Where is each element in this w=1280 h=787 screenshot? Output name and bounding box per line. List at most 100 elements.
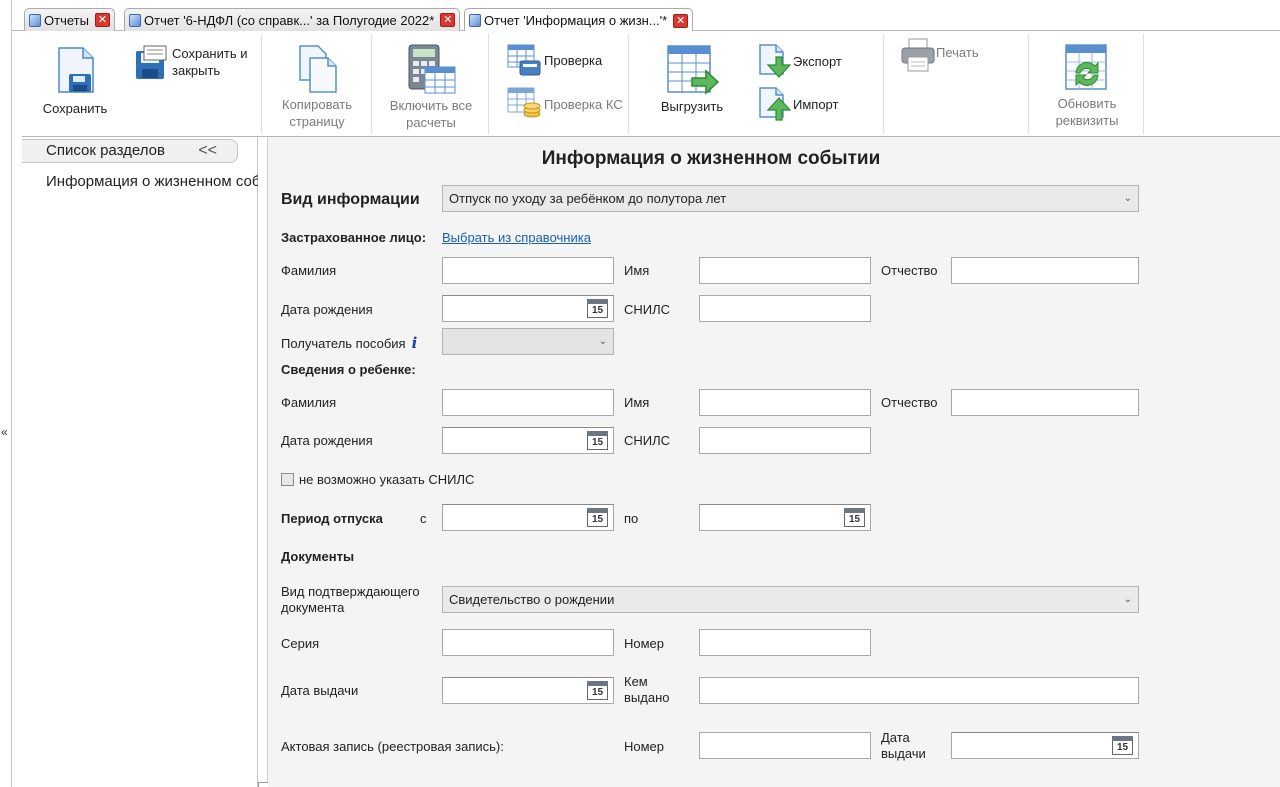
info-icon[interactable]: i <box>412 334 418 352</box>
child-snils-label: СНИЛС <box>624 433 671 448</box>
act-date-input[interactable]: 15 <box>951 732 1139 759</box>
issue-date-label: Дата выдачи <box>281 683 359 698</box>
check-icon <box>507 44 541 76</box>
child-surname-label: Фамилия <box>281 395 337 410</box>
chevron-down-icon: ⌄ <box>1123 594 1132 605</box>
left-gutter: « <box>0 0 12 787</box>
page-title: Информация о жизненном событии <box>541 148 881 169</box>
birth-date-label: Дата рождения <box>281 302 373 317</box>
gutter-collapse-button[interactable]: « <box>1 425 8 439</box>
child-name-input[interactable] <box>699 389 871 416</box>
doc-type-value: Свидетельство о рождении <box>449 592 615 607</box>
insured-patronymic-input[interactable] <box>951 257 1139 284</box>
check-label: Проверка <box>544 52 603 68</box>
benefit-recipient-label: Получатель пособия i <box>281 334 418 352</box>
doc-issue-date-input[interactable]: 15 <box>442 677 614 704</box>
series-label: Серия <box>281 636 320 651</box>
child-birth-date-label: Дата рождения <box>281 433 373 448</box>
upload-label: Выгрузить <box>660 99 724 114</box>
sidebar-item-life-event[interactable]: Информация о жизненном событии <box>46 173 258 190</box>
child-info-label: Сведения о ребенке: <box>281 362 416 377</box>
check-ks-button[interactable]: Проверка КС <box>506 86 623 122</box>
save-close-icon <box>136 45 167 79</box>
child-birth-date-input[interactable]: 15 <box>442 427 614 454</box>
calendar-icon[interactable]: 15 <box>587 508 608 527</box>
info-type-value: Отпуск по уходу за ребёнком до полутора … <box>449 191 727 206</box>
chevron-down-icon: ⌄ <box>598 336 607 347</box>
insured-surname-input[interactable] <box>442 257 614 284</box>
check-ks-label: Проверка КС <box>544 96 623 112</box>
pick-from-directory-link[interactable]: Выбрать из справочника <box>442 230 591 245</box>
include-all-calcs-button[interactable]: Включить все расчеты <box>379 43 483 131</box>
tab-label: Отчеты <box>44 12 89 28</box>
export-label: Экспорт <box>793 53 842 69</box>
refresh-requisites-button[interactable]: Обновить реквизиты <box>1042 43 1132 129</box>
close-icon[interactable]: ✕ <box>673 13 689 28</box>
collapse-sidebar-button[interactable]: << <box>198 140 217 162</box>
doc-series-input[interactable] <box>442 629 614 656</box>
name-label: Имя <box>624 263 650 278</box>
documents-label: Документы <box>281 549 355 564</box>
report-icon <box>129 13 141 27</box>
calendar-icon[interactable]: 15 <box>587 681 608 700</box>
calendar-icon[interactable]: 15 <box>1112 736 1133 755</box>
check-button[interactable]: Проверка <box>506 43 602 77</box>
issued-by-input[interactable] <box>699 677 1139 704</box>
copy-page-label-1: Копировать <box>282 97 352 112</box>
doc-number-input[interactable] <box>699 629 871 656</box>
check-ks-icon <box>507 87 541 118</box>
tab-reports[interactable]: Отчеты ✕ <box>24 8 115 31</box>
insured-birth-date-input[interactable]: 15 <box>442 295 614 322</box>
child-patronymic-label: Отчество <box>881 395 938 410</box>
copy-page-button[interactable]: Копировать страницу <box>272 44 362 130</box>
tab-6ndfl[interactable]: Отчет '6-НДФЛ (со справк...' за Полугоди… <box>124 8 461 31</box>
save-close-label-1: Сохранить и <box>172 46 248 61</box>
info-type-label: Вид информации <box>281 191 420 208</box>
tab-life-event[interactable]: Отчет 'Информация о жизн...'* ✕ <box>464 8 694 32</box>
snils-label: СНИЛС <box>624 302 671 317</box>
tab-bar: Отчеты ✕ Отчет '6-НДФЛ (со справк...' за… <box>12 0 1280 32</box>
surname-label: Фамилия <box>281 263 337 278</box>
period-to-label: по <box>624 511 639 526</box>
leave-period-label: Период отпуска <box>281 511 383 526</box>
ribbon-toolbar: Сохранить Сохранить и закрыть Копировать… <box>22 31 1280 137</box>
printer-icon <box>901 38 935 72</box>
include-all-label-1: Включить все <box>389 98 473 113</box>
save-button[interactable]: Сохранить <box>38 46 112 117</box>
upload-button[interactable]: Выгрузить <box>654 44 730 115</box>
act-number-input[interactable] <box>699 732 871 759</box>
calculator-table-icon <box>408 44 456 94</box>
calendar-icon[interactable]: 15 <box>587 299 608 318</box>
act-date-label: Дата выдачи <box>881 730 926 761</box>
tab-label: Отчет '6-НДФЛ (со справк...' за Полугоди… <box>144 12 435 28</box>
calendar-icon[interactable]: 15 <box>844 508 865 527</box>
info-type-select[interactable]: Отпуск по уходу за ребёнком до полутора … <box>442 185 1139 212</box>
calendar-icon[interactable]: 15 <box>587 431 608 450</box>
save-close-button[interactable]: Сохранить и закрыть <box>134 45 247 81</box>
child-snils-input[interactable] <box>699 427 871 454</box>
copy-page-icon <box>299 45 337 93</box>
import-label: Импорт <box>793 96 839 112</box>
leave-to-date-input[interactable]: 15 <box>699 504 871 531</box>
period-from-label: с <box>420 511 427 526</box>
insured-name-input[interactable] <box>699 257 871 284</box>
child-patronymic-input[interactable] <box>951 389 1139 416</box>
print-button[interactable]: Печать <box>900 37 979 73</box>
issued-by-label: Кем выдано <box>624 674 670 705</box>
save-label: Сохранить <box>42 101 108 116</box>
no-snils-checkbox[interactable] <box>281 473 294 486</box>
doc-type-label: Вид подтверждающего документа <box>281 584 420 615</box>
doc-type-select[interactable]: Свидетельство о рождении ⌄ <box>442 586 1139 613</box>
close-icon[interactable]: ✕ <box>94 13 110 27</box>
benefit-recipient-select[interactable]: ⌄ <box>442 328 614 355</box>
insured-snils-input[interactable] <box>699 295 871 322</box>
child-surname-input[interactable] <box>442 389 614 416</box>
child-name-label: Имя <box>624 395 650 410</box>
import-button[interactable]: Импорт <box>757 86 838 122</box>
report-icon <box>29 13 41 27</box>
close-icon[interactable]: ✕ <box>440 13 456 27</box>
leave-from-date-input[interactable]: 15 <box>442 504 614 531</box>
act-number-label: Номер <box>624 739 665 754</box>
splitter[interactable] <box>258 137 268 787</box>
export-button[interactable]: Экспорт <box>757 43 842 79</box>
